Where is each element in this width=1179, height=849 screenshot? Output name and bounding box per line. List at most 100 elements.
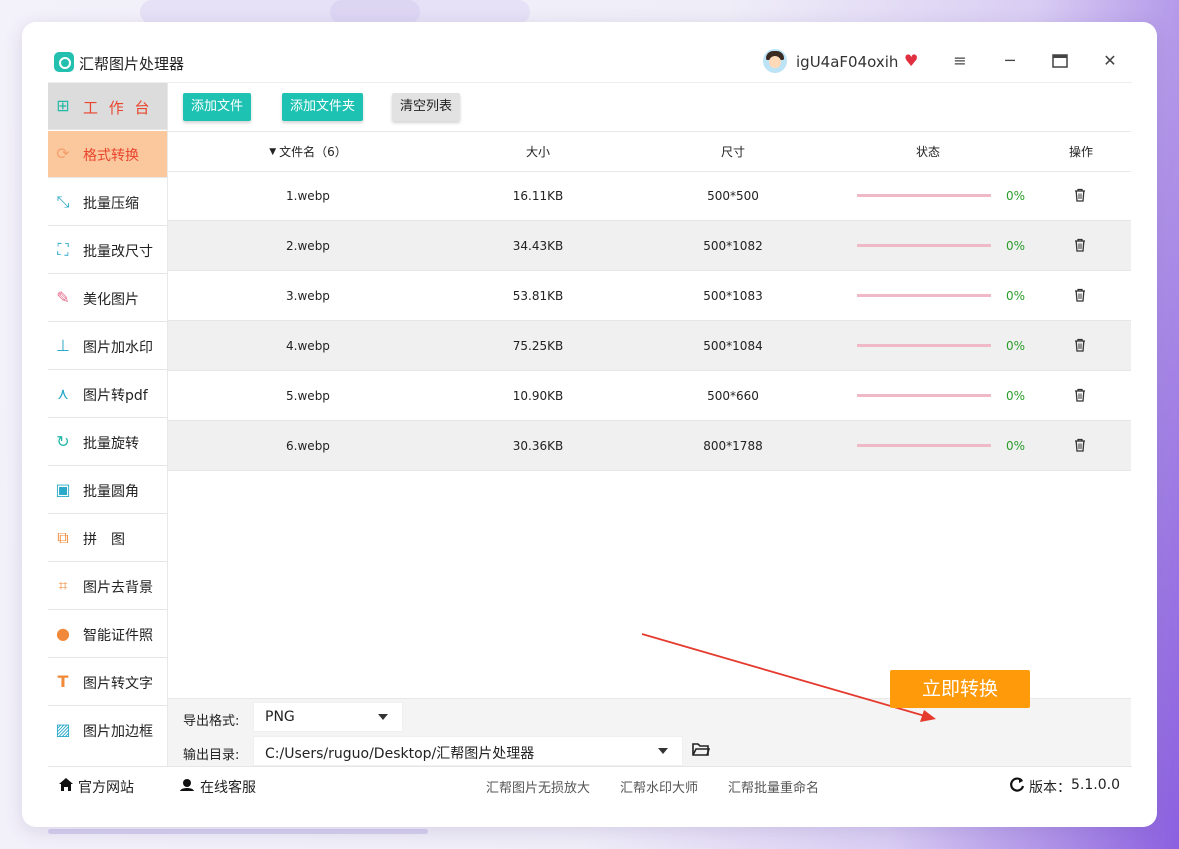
progress-percent: 0% [1006, 338, 1026, 353]
sidebar-item-label: 批量改尺寸 [83, 244, 153, 260]
sort-down-icon: ▼ [269, 146, 277, 157]
pdf-icon: ⋏ [57, 384, 69, 403]
table-row[interactable]: 4.webp 75.25KB 500*1084 0% [168, 321, 1131, 371]
cell-dimensions: 500*1082 [703, 238, 763, 253]
progress-bar [857, 294, 991, 297]
format-label: 导出格式: [183, 714, 240, 729]
column-header-size: 大小 [525, 145, 550, 159]
progress-percent: 0% [1006, 188, 1026, 203]
trash-icon[interactable] [1074, 388, 1086, 402]
footer-link-rename[interactable]: 汇帮批量重命名 [728, 777, 819, 796]
official-website-link[interactable]: 官方网站 [78, 777, 134, 797]
sidebar-item-resize[interactable]: ⛶ 批量改尺寸 [48, 227, 167, 274]
cell-file-size: 53.81KB [512, 288, 564, 303]
footer-link-upscale[interactable]: 汇帮图片无损放大 [486, 777, 590, 796]
sidebar-item-id-photo[interactable]: ● 智能证件照 [48, 611, 167, 658]
sidebar-item-label: 批量旋转 [83, 436, 139, 452]
close-icon[interactable]: ✕ [1097, 48, 1123, 74]
cell-file-name: 5.webp [286, 388, 330, 403]
add-folder-button[interactable]: 添加文件夹 [282, 93, 364, 121]
sidebar-item-beautify[interactable]: ✎ 美化图片 [48, 275, 167, 322]
vip-heart-icon[interactable]: ♥ [904, 51, 918, 70]
maximize-icon[interactable] [1047, 48, 1073, 74]
folder-icon[interactable] [692, 742, 710, 756]
cell-file-size: 30.36KB [512, 438, 564, 453]
online-support-link[interactable]: 在线客服 [200, 777, 256, 797]
cell-file-size: 10.90KB [512, 388, 564, 403]
progress-bar [857, 394, 991, 397]
trash-icon[interactable] [1074, 238, 1086, 252]
sidebar-item-label: 美化图片 [83, 292, 139, 308]
sidebar-item-workbench[interactable]: ⊞ 工 作 台 [48, 83, 167, 130]
table-row[interactable]: 1.webp 16.11KB 500*500 0% [168, 171, 1131, 221]
person-icon: ● [56, 624, 70, 643]
cell-dimensions: 500*1083 [703, 288, 763, 303]
footer-link-watermark[interactable]: 汇帮水印大师 [620, 777, 698, 796]
output-dir-select[interactable]: C:/Users/ruguo/Desktop/汇帮图片处理器 [253, 736, 683, 766]
progress-bar [857, 344, 991, 347]
background-shape [48, 829, 428, 834]
output-settings: 导出格式: PNG 输出目录: C:/Users/ruguo/Desktop/汇… [168, 698, 1131, 767]
sidebar-item-pdf[interactable]: ⋏ 图片转pdf [48, 371, 167, 418]
sidebar-item-watermark[interactable]: ⊥ 图片加水印 [48, 323, 167, 370]
sidebar-item-round-corner[interactable]: ▣ 批量圆角 [48, 467, 167, 514]
progress-bar [857, 444, 991, 447]
sidebar-item-label: 工 作 台 [83, 99, 153, 117]
progress-bar [857, 244, 991, 247]
clear-list-button[interactable]: 清空列表 [392, 93, 461, 121]
table-row[interactable]: 2.webp 34.43KB 500*1082 0% [168, 221, 1131, 271]
version-number: 5.1.0.0 [1071, 777, 1120, 793]
sidebar-item-label: 批量圆角 [83, 484, 139, 500]
column-header-status: 状态 [915, 145, 940, 159]
sidebar-item-format-convert[interactable]: ⟳ 格式转换 [48, 131, 167, 178]
sidebar-item-remove-background[interactable]: ⌗ 图片去背景 [48, 563, 167, 610]
trash-icon[interactable] [1074, 288, 1086, 302]
table-header: ▼ 文件名（6） 大小 尺寸 状态 操作 [168, 131, 1131, 172]
sidebar-item-label: 格式转换 [83, 148, 139, 164]
grid-icon: ⊞ [56, 96, 70, 115]
table-row[interactable]: 3.webp 53.81KB 500*1083 0% [168, 271, 1131, 321]
sidebar-item-ocr[interactable]: T 图片转文字 [48, 659, 167, 706]
sidebar-item-compress[interactable]: ⤡ 批量压缩 [48, 179, 167, 226]
sidebar-item-collage[interactable]: ⧉ 拼 图 [48, 515, 167, 562]
column-header-name[interactable]: ▼ 文件名（6） [228, 132, 388, 171]
column-header-label: 文件名（6） [279, 145, 347, 159]
trash-icon[interactable] [1074, 188, 1086, 202]
sidebar-item-label: 图片去背景 [83, 580, 153, 596]
trash-icon[interactable] [1074, 338, 1086, 352]
format-select[interactable]: PNG [253, 702, 403, 732]
minimize-icon[interactable]: ─ [997, 48, 1023, 74]
format-value: PNG [265, 709, 295, 725]
progress-percent: 0% [1006, 438, 1026, 453]
refresh-icon[interactable] [1009, 777, 1025, 793]
sidebar-item-label: 图片加水印 [83, 340, 153, 356]
progress-bar [857, 194, 991, 197]
table-row[interactable]: 6.webp 30.36KB 800*1788 0% [168, 421, 1131, 471]
sidebar-item-label: 智能证件照 [83, 628, 153, 644]
menu-icon[interactable]: ≡ [947, 48, 973, 74]
watermark-icon: ⊥ [56, 336, 70, 355]
sidebar-item-frame[interactable]: ▨ 图片加边框 [48, 707, 167, 754]
cell-file-name: 6.webp [286, 438, 330, 453]
sidebar-item-label: 图片转pdf [83, 388, 148, 404]
avatar[interactable] [763, 49, 787, 73]
text-icon: T [57, 672, 69, 691]
version-label: 版本： [1029, 780, 1071, 796]
round-corner-icon: ▣ [55, 480, 71, 499]
trash-icon[interactable] [1074, 438, 1086, 452]
app-logo-icon [54, 52, 74, 72]
crop-icon: ⌗ [58, 576, 68, 595]
cell-file-name: 3.webp [286, 288, 330, 303]
main-panel: 添加文件 添加文件夹 清空列表 ▼ 文件名（6） 大小 尺寸 状态 操作 1.w… [168, 83, 1132, 767]
title-bar: 汇帮图片处理器 igU4aF04oxih ♥ ≡ ─ ✕ [48, 42, 1132, 83]
add-file-button[interactable]: 添加文件 [183, 93, 252, 121]
sidebar-item-rotate[interactable]: ↻ 批量旋转 [48, 419, 167, 466]
username[interactable]: igU4aF04oxih [796, 53, 898, 71]
cell-dimensions: 500*500 [707, 188, 759, 203]
sidebar-item-label: 图片加边框 [83, 724, 153, 740]
output-dir-label: 输出目录: [183, 748, 240, 763]
table-row[interactable]: 5.webp 10.90KB 500*660 0% [168, 371, 1131, 421]
output-dir-value: C:/Users/ruguo/Desktop/汇帮图片处理器 [265, 746, 535, 762]
cell-dimensions: 800*1788 [703, 438, 763, 453]
convert-now-button[interactable]: 立即转换 [890, 670, 1030, 708]
